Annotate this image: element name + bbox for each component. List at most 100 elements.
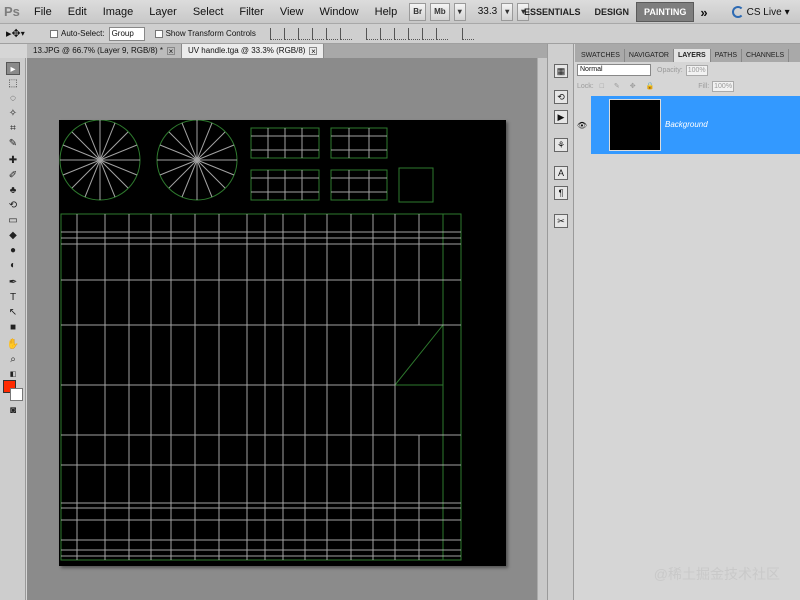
dodge-tool-icon[interactable]: ◐	[6, 259, 20, 272]
lock-icons[interactable]: □ ✎ ✥ 🔒	[600, 82, 659, 90]
opacity-label: Opacity:	[657, 66, 683, 74]
eyedropper-tool-icon[interactable]: ✎	[6, 137, 20, 150]
opacity-field[interactable]: 100%	[685, 64, 708, 76]
cs-live-icon	[731, 6, 744, 18]
type-tool-icon[interactable]: T	[6, 291, 20, 304]
auto-select-checkbox[interactable]	[50, 29, 58, 38]
distribute-right-icon[interactable]	[435, 27, 448, 40]
pen-tool-icon[interactable]: ✒	[6, 276, 20, 289]
lock-options-row: Lock: □ ✎ ✥ 🔒 Fill: 100%	[575, 78, 800, 94]
tab-uv-handle[interactable]: UV handle.tga @ 33.3% (RGB/8) ×	[181, 44, 325, 58]
zoom-level[interactable]: 33.3	[478, 6, 497, 17]
brush-tool-icon[interactable]: ✐	[6, 169, 20, 182]
workspace-design[interactable]: DESIGN	[588, 3, 637, 21]
tab-paths[interactable]: PATHS	[711, 49, 743, 62]
crop-tool-icon[interactable]: ⌗	[6, 122, 20, 135]
panel-tabs: SWATCHES NAVIGATOR LAYERS PATHS CHANNELS	[575, 44, 800, 62]
path-selection-tool-icon[interactable]: ↖	[6, 306, 20, 319]
quick-mask-icon[interactable]: ◙	[6, 404, 20, 417]
options-bar: ▸✥ ▾ Auto-Select: Group Show Transform C…	[0, 24, 800, 44]
cs-live-label: CS Live	[746, 6, 782, 18]
blend-mode-select[interactable]: Normal	[577, 64, 651, 76]
layer-selection-highlight: Background	[591, 96, 800, 154]
history-panel-icon[interactable]: ⟲	[554, 90, 568, 104]
cs-live-button[interactable]: CS Live ▾	[731, 6, 790, 18]
bridge-button[interactable]: Br	[409, 2, 427, 21]
auto-align-icon[interactable]	[461, 27, 474, 40]
uv-map-image[interactable]	[59, 119, 506, 566]
character-panel-icon[interactable]: A	[554, 166, 568, 180]
show-transform-label: Show Transform Controls	[165, 29, 256, 38]
align-right-icon[interactable]	[339, 27, 352, 40]
menu-filter[interactable]: Filter	[231, 0, 271, 24]
move-tool-icon[interactable]: ▸	[6, 62, 20, 75]
tab-13-jpg[interactable]: 13.JPG @ 66.7% (Layer 9, RGB/8) * ×	[27, 44, 182, 58]
menu-file[interactable]: File	[26, 0, 60, 24]
lasso-tool-icon[interactable]: ◌	[6, 92, 20, 105]
history-brush-tool-icon[interactable]: ⟲	[6, 199, 20, 212]
align-center-icon[interactable]	[325, 27, 338, 40]
fill-field[interactable]: 100%	[712, 80, 735, 92]
more-workspaces-button[interactable]: »	[694, 5, 713, 20]
tool-presets-panel-icon[interactable]: ✂	[554, 214, 568, 228]
hand-tool-icon[interactable]: ✋	[6, 338, 20, 351]
marquee-tool-icon[interactable]: ⬚	[6, 77, 20, 90]
menu-window[interactable]: Window	[312, 0, 367, 24]
tool-preset-picker[interactable]: ▸✥ ▾	[6, 26, 40, 42]
arrange-documents-button[interactable]: ▾	[501, 2, 514, 21]
align-bottom-icon[interactable]	[297, 27, 310, 40]
align-middle-icon[interactable]	[283, 27, 296, 40]
menu-help[interactable]: Help	[367, 0, 406, 24]
zoom-tool-icon[interactable]: ⌕	[6, 353, 20, 366]
distribute-center-icon[interactable]	[421, 27, 434, 40]
menu-select[interactable]: Select	[185, 0, 232, 24]
actions-panel-icon[interactable]: ▶	[554, 110, 568, 124]
workspace-essentials[interactable]: ESSENTIALS	[517, 3, 588, 21]
auto-select-dropdown[interactable]: Group	[108, 26, 145, 41]
show-transform-option[interactable]: Show Transform Controls	[154, 29, 256, 38]
tab-label: 13.JPG @ 66.7% (Layer 9, RGB/8) *	[33, 46, 163, 55]
photoshop-logo: Ps	[4, 3, 20, 19]
show-transform-checkbox[interactable]	[154, 29, 163, 38]
paint-bucket-tool-icon[interactable]: ◆	[6, 229, 20, 242]
eye-icon[interactable]: 👁	[575, 121, 589, 130]
menu-image[interactable]: Image	[95, 0, 142, 24]
clone-stamp-tool-icon[interactable]: ♣	[6, 184, 20, 197]
layer-row-background[interactable]: 👁 Background	[575, 96, 800, 154]
align-top-icon[interactable]	[269, 27, 282, 40]
distribute-middle-icon[interactable]	[379, 27, 392, 40]
tab-navigator[interactable]: NAVIGATOR	[625, 49, 674, 62]
distribute-left-icon[interactable]	[407, 27, 420, 40]
vertical-scrollbar[interactable]	[537, 58, 547, 600]
eraser-tool-icon[interactable]: ▭	[6, 214, 20, 227]
tab-layers[interactable]: LAYERS	[673, 49, 711, 62]
watermark: @稀土掘金技术社区	[653, 566, 780, 582]
move-tool-icon: ▸✥	[6, 28, 21, 40]
healing-brush-tool-icon[interactable]: ✚	[6, 154, 20, 167]
tab-swatches[interactable]: SWATCHES	[577, 49, 625, 62]
distribute-buttons	[365, 27, 448, 40]
quick-selection-tool-icon[interactable]: ✧	[6, 107, 20, 120]
align-left-icon[interactable]	[311, 27, 324, 40]
tab-channels[interactable]: CHANNELS	[742, 49, 790, 62]
mini-bridge-panel-icon[interactable]: ▦	[554, 64, 568, 78]
background-color-swatch[interactable]	[10, 388, 23, 401]
mini-bridge-button[interactable]: Mb	[430, 2, 450, 21]
workspace-painting[interactable]: PAINTING	[636, 2, 695, 22]
blur-tool-icon[interactable]: ●	[6, 244, 20, 257]
close-icon[interactable]: ×	[309, 47, 318, 56]
auto-select-option[interactable]: Auto-Select:	[50, 29, 105, 38]
brush-presets-panel-icon[interactable]: ⚘	[554, 138, 568, 152]
fill-label: Fill:	[698, 82, 710, 90]
distribute-bottom-icon[interactable]	[393, 27, 406, 40]
shape-tool-icon[interactable]: ■	[6, 321, 20, 334]
close-icon[interactable]: ×	[166, 47, 175, 56]
paragraph-panel-icon[interactable]: ¶	[554, 186, 568, 200]
view-extras-button[interactable]: ▾	[453, 2, 466, 21]
distribute-top-icon[interactable]	[365, 27, 378, 40]
menu-edit[interactable]: Edit	[60, 0, 95, 24]
document-tabs: 13.JPG @ 66.7% (Layer 9, RGB/8) * × UV h…	[27, 44, 547, 58]
menu-layer[interactable]: Layer	[141, 0, 185, 24]
menu-view[interactable]: View	[272, 0, 312, 24]
panel-icon-strip: ▦ ⟲ ▶ ⚘ A ¶ ✂	[547, 44, 574, 600]
